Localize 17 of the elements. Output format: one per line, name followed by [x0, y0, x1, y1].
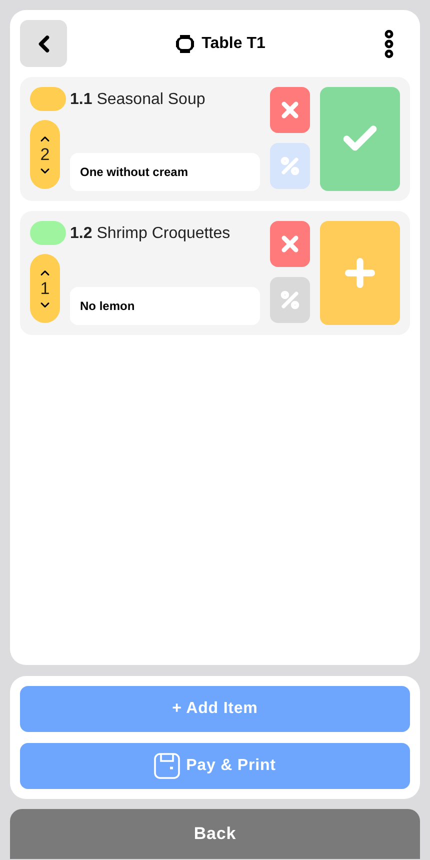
back-button[interactable]: Back [10, 809, 420, 859]
back-arrow-button[interactable] [20, 20, 67, 67]
quantity-value: 2 [40, 146, 50, 164]
table-title: Table T1 [202, 34, 266, 54]
percent-icon [279, 155, 301, 177]
item-title: 1.1 Seasonal Soup [70, 90, 206, 110]
quantity-value: 1 [40, 280, 50, 298]
percent-icon [279, 289, 301, 311]
note-field[interactable]: One without cream [70, 153, 260, 191]
note-field[interactable]: No lemon [70, 287, 260, 325]
quantity-stepper[interactable]: 2 [30, 120, 60, 189]
item-title: 1.2 Shrimp Croquettes [70, 224, 232, 244]
remove-button[interactable] [270, 87, 310, 133]
table-icon [174, 32, 196, 54]
quantity-stepper[interactable]: 1 [30, 254, 60, 323]
remove-button[interactable] [270, 221, 310, 267]
printer-icon [154, 753, 180, 779]
